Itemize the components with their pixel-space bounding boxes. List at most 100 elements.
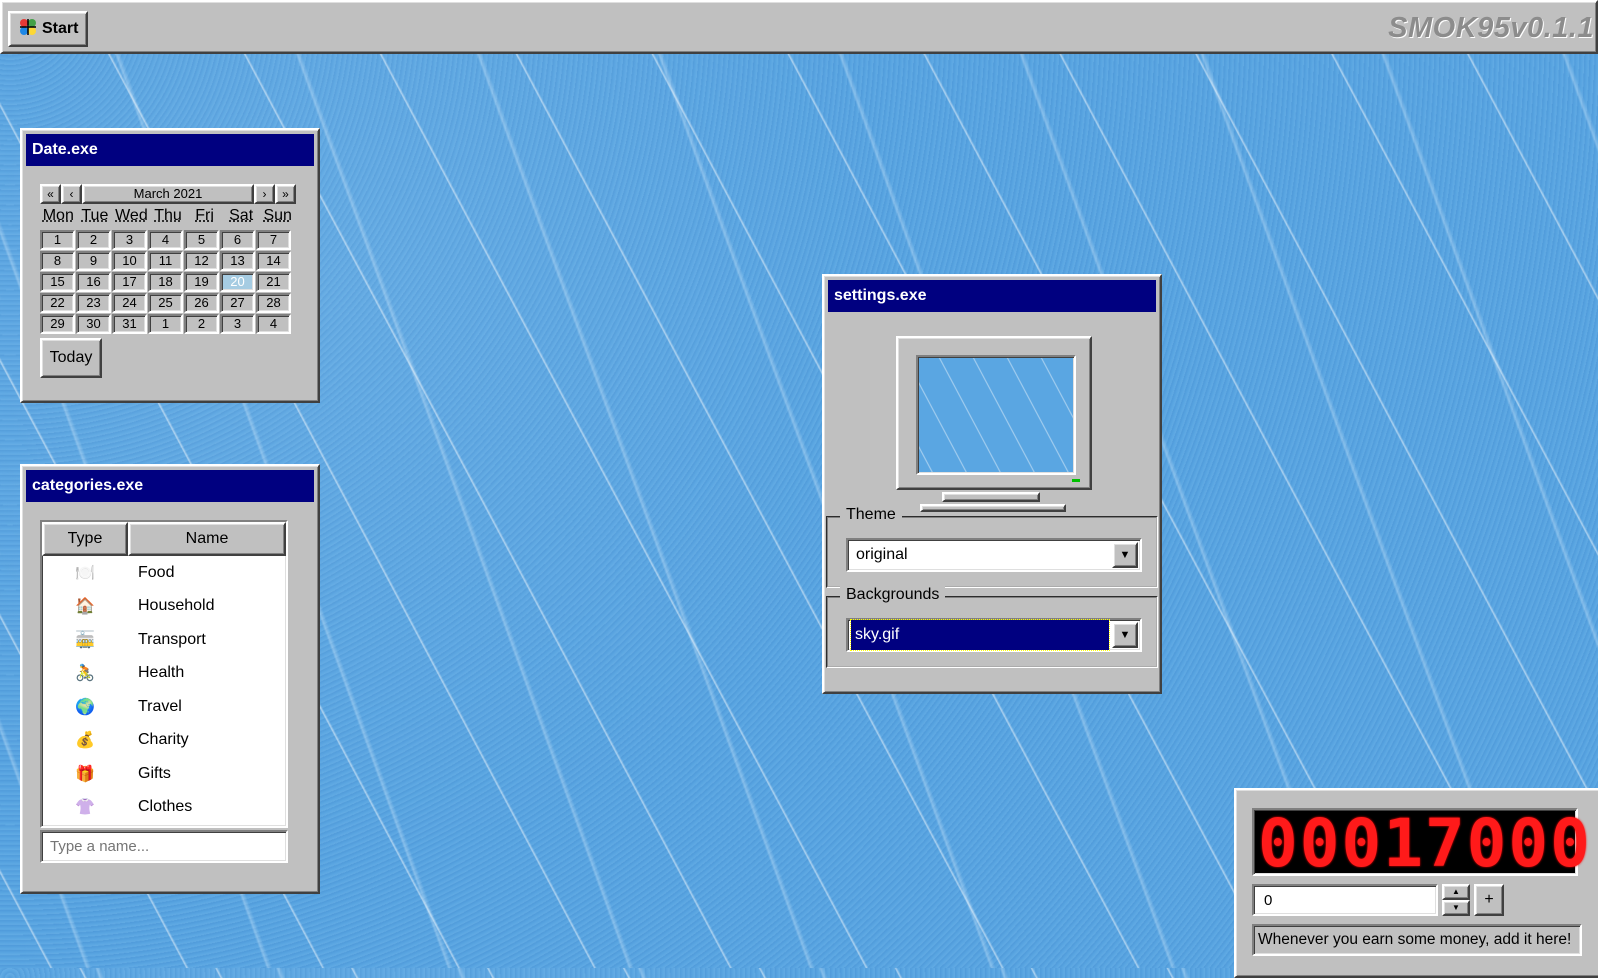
categories-window: categories.exe Type Name 🍽️ Food 🏠 Househol… [20, 464, 320, 894]
category-type-icon: 🚋 [75, 631, 95, 649]
calendar-day[interactable]: 9 [76, 251, 111, 271]
dropdown-arrow-icon[interactable]: ▼ [1112, 542, 1138, 568]
category-name-input[interactable] [40, 830, 288, 863]
table-row[interactable]: 👚 Clothes [42, 791, 286, 825]
weekday-header: Mon Tue Wed Thu Fri Sat Sun [40, 207, 296, 227]
background-select[interactable]: sky.gif ▼ [846, 618, 1142, 652]
calendar-day[interactable]: 2 [184, 314, 219, 334]
table-body: 🍽️ Food 🏠 Household 🚋 Transport 🚴 Health 🌍 Travel… [42, 556, 286, 824]
table-row[interactable]: 🚋 Transport [42, 623, 286, 657]
calendar: « ‹ March 2021 › » Mon Tue Wed Thu Fri S… [40, 184, 296, 378]
next-year-button[interactable]: » [275, 184, 296, 204]
weekday-label: Thu [154, 207, 182, 224]
dropdown-arrow-icon[interactable]: ▼ [1112, 622, 1138, 648]
calendar-day[interactable]: 31 [112, 314, 147, 334]
category-name: Health [138, 664, 185, 682]
calendar-day[interactable]: 28 [256, 293, 291, 313]
calendar-day[interactable]: 30 [76, 314, 111, 334]
month-label[interactable]: March 2021 [82, 184, 254, 204]
prev-month-button[interactable]: ‹ [61, 184, 82, 204]
amount-stepper[interactable]: ▲ ▼ [1442, 884, 1470, 916]
table-row[interactable]: 🌍 Travel [42, 690, 286, 724]
calendar-day[interactable]: 22 [40, 293, 75, 313]
weekday-label: Sun [263, 207, 292, 224]
money-counter-window: 00017000 ▲ ▼ + Whenever you earn some mo… [1234, 788, 1598, 978]
calendar-day[interactable]: 13 [220, 251, 255, 271]
spin-down-icon[interactable]: ▼ [1442, 900, 1470, 916]
calendar-day[interactable]: 14 [256, 251, 291, 271]
calendar-day[interactable]: 8 [40, 251, 75, 271]
calendar-day[interactable]: 12 [184, 251, 219, 271]
amount-input[interactable] [1252, 884, 1438, 916]
category-type-icon: 🏠 [75, 598, 95, 616]
theme-label: Theme [840, 506, 902, 524]
calendar-day[interactable]: 10 [112, 251, 147, 271]
table-row[interactable]: 🚴 Health [42, 657, 286, 691]
calendar-day[interactable]: 26 [184, 293, 219, 313]
table-row[interactable]: 🏠 Household [42, 590, 286, 624]
category-name: Food [138, 563, 175, 581]
table-row[interactable]: 💰 Charity [42, 724, 286, 758]
theme-group: Theme original ▼ [826, 506, 1158, 588]
calendar-day[interactable]: 21 [256, 272, 291, 292]
calendar-day[interactable]: 16 [76, 272, 111, 292]
categories-window-title[interactable]: categories.exe [26, 470, 314, 502]
calendar-day[interactable]: 29 [40, 314, 75, 334]
table-header: Type Name [42, 522, 286, 556]
add-money-button[interactable]: + [1474, 884, 1504, 916]
calendar-day[interactable]: 4 [256, 314, 291, 334]
calendar-day[interactable]: 20 [220, 272, 255, 292]
calendar-day[interactable]: 1 [40, 230, 75, 250]
background-preview [916, 355, 1076, 475]
calendar-day[interactable]: 5 [184, 230, 219, 250]
monitor-stand [942, 492, 1040, 502]
weekday-label: Tue [81, 207, 109, 224]
calendar-day[interactable]: 27 [220, 293, 255, 313]
spin-up-icon[interactable]: ▲ [1442, 884, 1470, 900]
calendar-day[interactable]: 11 [148, 251, 183, 271]
table-row[interactable]: 🎁 Gifts [42, 757, 286, 791]
backgrounds-group: Backgrounds sky.gif ▼ [826, 586, 1158, 668]
category-name: Gifts [138, 764, 171, 782]
calendar-day[interactable]: 15 [40, 272, 75, 292]
monitor-base [920, 504, 1066, 512]
calendar-day[interactable]: 6 [220, 230, 255, 250]
column-header-name[interactable]: Name [128, 522, 286, 556]
next-month-button[interactable]: › [254, 184, 275, 204]
calendar-day[interactable]: 17 [112, 272, 147, 292]
start-button[interactable]: Start [8, 11, 88, 47]
weekday-label: Fri [195, 207, 214, 224]
calendar-day[interactable]: 3 [220, 314, 255, 334]
calendar-day[interactable]: 1 [148, 314, 183, 334]
calendar-day[interactable]: 18 [148, 272, 183, 292]
monitor-preview-icon [896, 336, 1092, 490]
settings-window: settings.exe Theme original ▼ Background… [822, 274, 1162, 694]
calendar-day[interactable]: 25 [148, 293, 183, 313]
theme-select[interactable]: original ▼ [846, 538, 1142, 572]
date-window-title[interactable]: Date.exe [26, 134, 314, 166]
prev-year-button[interactable]: « [40, 184, 61, 204]
category-type-icon: 🌍 [75, 698, 95, 716]
weekday-label: Sat [229, 207, 254, 224]
calendar-day[interactable]: 19 [184, 272, 219, 292]
power-led-icon [1072, 479, 1080, 482]
category-name: Travel [138, 697, 182, 715]
table-row[interactable]: 🍽️ Food [42, 556, 286, 590]
today-button[interactable]: Today [40, 338, 102, 378]
settings-window-title[interactable]: settings.exe [828, 280, 1156, 312]
backgrounds-label: Backgrounds [840, 586, 946, 604]
calendar-grid: 1 2 3 4 5 6 7 8 9 10 11 12 13 14 15 16 17 18 19 20 21 22 23 24 2… [40, 230, 296, 334]
calendar-day[interactable]: 3 [112, 230, 147, 250]
category-name: Clothes [138, 798, 193, 816]
brand-label: SMOK95v0.1.1 [1388, 12, 1594, 44]
money-display: 00017000 [1252, 808, 1590, 878]
calendar-day[interactable]: 2 [76, 230, 111, 250]
category-type-icon: 🍽️ [75, 564, 95, 582]
category-name: Transport [138, 630, 206, 648]
calendar-day[interactable]: 7 [256, 230, 291, 250]
calendar-day[interactable]: 24 [112, 293, 147, 313]
column-header-type[interactable]: Type [42, 522, 128, 556]
windows-logo-icon [18, 17, 38, 42]
calendar-day[interactable]: 23 [76, 293, 111, 313]
calendar-day[interactable]: 4 [148, 230, 183, 250]
